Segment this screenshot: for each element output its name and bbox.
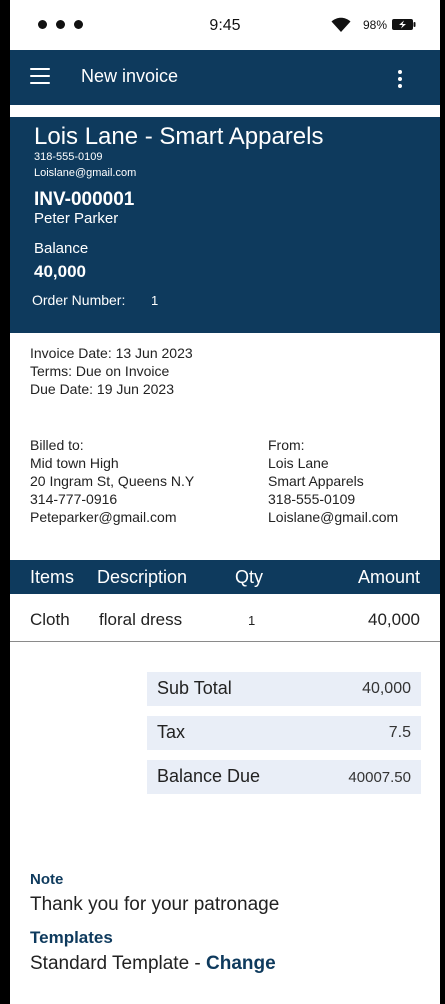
company-email: Loislane@gmail.com xyxy=(34,167,137,179)
from-name: Lois Lane xyxy=(268,455,329,471)
subtotal-row: Sub Total 40,000 xyxy=(147,672,421,706)
billed-to-phone: 314-777-0916 xyxy=(30,491,118,507)
due-date: Due Date: 19 Jun 2023 xyxy=(30,381,174,397)
from-company: Smart Apparels xyxy=(268,473,364,489)
order-number-value: 1 xyxy=(151,293,159,308)
app-bar: New invoice xyxy=(10,50,440,105)
column-header-amount: Amount xyxy=(357,567,420,587)
company-name: Lois Lane - Smart Apparels xyxy=(34,123,324,150)
row-qty: 1 xyxy=(248,613,256,628)
balance-value: 40,000 xyxy=(34,262,86,281)
client-name: Peter Parker xyxy=(34,210,119,227)
from-label: From: xyxy=(268,437,305,453)
billed-to-label: Billed to: xyxy=(30,437,84,453)
invoice-screen: 9:45 98% New invoice Lois Lane - Smart A… xyxy=(10,0,440,1004)
from-block: From: Lois Lane Smart Apparels 318-555-0… xyxy=(268,436,398,526)
wifi-icon xyxy=(331,17,351,32)
more-options-icon[interactable] xyxy=(395,70,405,92)
note-label: Note xyxy=(30,871,64,888)
tax-row: Tax 7.5 xyxy=(147,716,421,750)
billed-to-address: 20 Ingram St, Queens N.Y xyxy=(30,473,195,489)
page-title: New invoice xyxy=(81,66,179,86)
balance-due-value: 40007.50 xyxy=(348,769,411,786)
from-phone: 318-555-0109 xyxy=(268,491,356,507)
column-header-description: Description xyxy=(97,567,188,587)
billed-to-name: Mid town High xyxy=(30,455,119,471)
from-email: Loislane@gmail.com xyxy=(268,509,399,525)
invoice-number: INV-000001 xyxy=(34,189,135,210)
company-phone: 318-555-0109 xyxy=(34,151,103,163)
current-template: Standard Template - xyxy=(30,953,207,974)
column-header-qty: Qty xyxy=(235,567,264,587)
tax-label: Tax xyxy=(157,722,186,742)
tax-value: 7.5 xyxy=(388,724,411,741)
row-description: floral dress xyxy=(99,610,183,629)
balance-label: Balance xyxy=(34,240,89,257)
order-number-label: Order Number: xyxy=(32,292,126,308)
balance-due-label: Balance Due xyxy=(157,766,261,786)
invoice-dates: Invoice Date: 13 Jun 2023 Terms: Due on … xyxy=(30,344,193,398)
subtotal-label: Sub Total xyxy=(157,678,232,698)
status-bar: 9:45 98% xyxy=(10,0,440,50)
template-selection: Standard Template - Change xyxy=(30,953,276,975)
invoice-header-card: Lois Lane - Smart Apparels 318-555-0109 … xyxy=(10,117,440,333)
column-header-items: Items xyxy=(30,567,75,587)
billed-to-email: Peteparker@gmail.com xyxy=(30,509,177,525)
billed-to-block: Billed to: Mid town High 20 Ingram St, Q… xyxy=(30,436,194,526)
table-row[interactable]: Cloth floral dress 1 40,000 xyxy=(10,596,440,642)
row-item: Cloth xyxy=(30,610,70,629)
templates-label: Templates xyxy=(30,928,113,947)
balance-due-row: Balance Due 40007.50 xyxy=(147,760,421,794)
items-table-header: Items Description Qty Amount xyxy=(10,560,440,594)
invoice-terms: Terms: Due on Invoice xyxy=(30,363,170,379)
change-template-link[interactable]: Change xyxy=(206,953,276,974)
battery-percentage: 98% xyxy=(363,18,388,32)
note-text: Thank you for your patronage xyxy=(30,894,280,915)
hamburger-menu-icon[interactable] xyxy=(30,68,52,85)
battery-icon xyxy=(392,19,416,30)
row-amount: 40,000 xyxy=(368,610,420,629)
subtotal-value: 40,000 xyxy=(362,680,411,697)
invoice-date: Invoice Date: 13 Jun 2023 xyxy=(30,345,193,361)
